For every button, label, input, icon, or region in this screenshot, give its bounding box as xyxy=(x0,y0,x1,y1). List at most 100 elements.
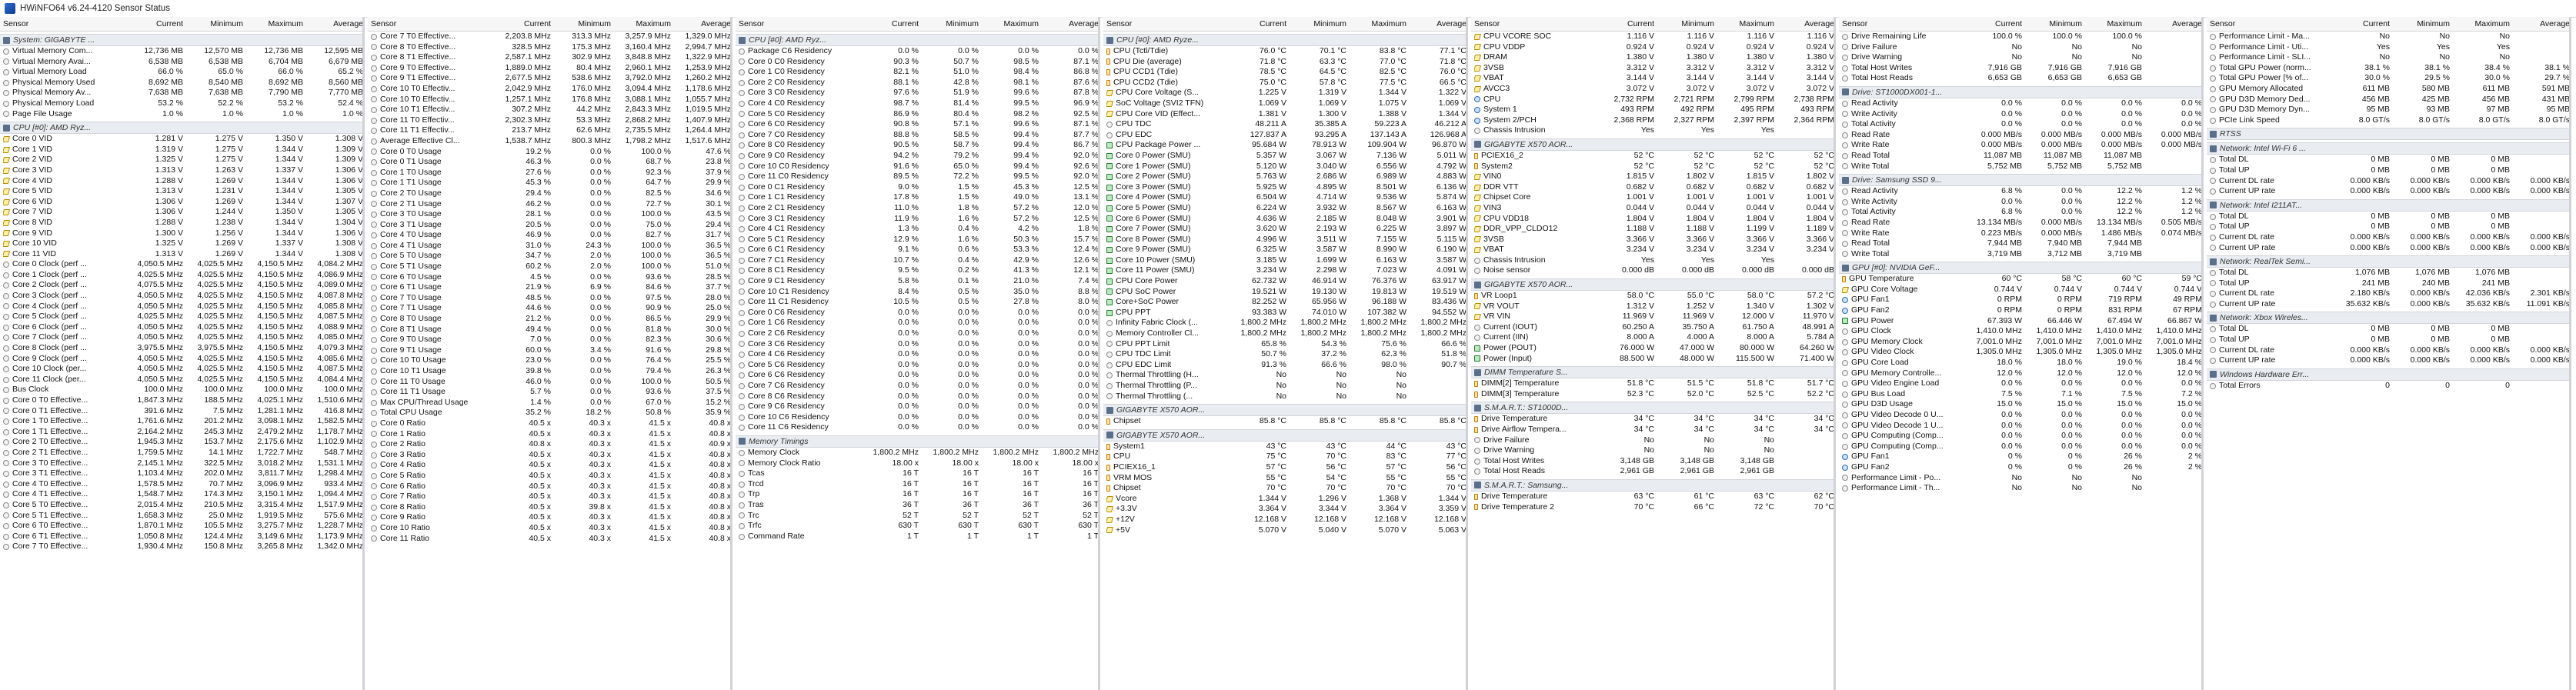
sensor-row[interactable]: +12V 12.168 V 12.168 V 12.168 V 12.168 V xyxy=(1103,515,1466,525)
sensor-row[interactable]: Tcas 16 T 16 T 16 T 16 T xyxy=(736,468,1098,479)
sensor-row[interactable]: Total Host Writes 3,148 GB 3,148 GB 3,148 G… xyxy=(1471,456,1834,467)
sensor-row[interactable]: Core 0 T0 Usage 19.2 % 0.0 % 100.0 % 47.6 % xyxy=(368,147,730,158)
sensor-row[interactable]: Core 6 C1 Residency 9.1 % 0.6 % 53.3 % 12.4 … xyxy=(736,245,1098,255)
sensor-row[interactable]: DRAM 1.380 V 1.380 V 1.380 V 1.380 V xyxy=(1471,52,1834,63)
sensor-row[interactable]: Core 4 C1 Residency 1.3 % 0.4 % 4.2 % 1.8 % xyxy=(736,224,1098,235)
sensor-row[interactable]: 3VSB 3.312 V 3.312 V 3.312 V 3.312 V xyxy=(1471,63,1834,74)
sensor-row[interactable]: Core 10 VID 1.325 V 1.269 V 1.337 V 1.308 V xyxy=(0,238,362,249)
sensor-row[interactable]: Core 6 T0 Effective... 1,870.1 MHz 105.5 M… xyxy=(0,521,362,532)
sensor-row[interactable]: Max CPU/Thread Usage 1.4 % 0.0 % 67.0 % 15.2… xyxy=(368,398,730,408)
sensor-row[interactable]: CPU Core Power 62.732 W 46.914 W 76.376 W 63… xyxy=(1103,276,1466,287)
sensor-row[interactable]: Core 10 T0 Effectiv... 1,257.1 MHz 176.8 M… xyxy=(368,95,730,105)
sensor-row[interactable]: Core 5 Power (SMU) 6.224 W 3.932 W 8.567 W6… xyxy=(1103,203,1466,214)
sensor-row[interactable]: Core 0 C6 Residency 0.0 % 0.0 % 0.0 % 0.0 % xyxy=(736,308,1098,318)
sensor-group-header[interactable]: CPU [#0]: AMD Ryz... xyxy=(0,122,362,135)
sensor-row[interactable]: GPU Video Engine Load 0.0 % 0.0 % 0.0 % 0.0 … xyxy=(1839,378,2201,389)
sensor-row[interactable]: Core 2 C1 Residency 11.0 % 1.8 % 57.2 % 12.0… xyxy=(736,203,1098,214)
sensor-row[interactable]: CPU (Tctl/Tdie) 76.0 °C 70.1 °C 83.8 °C 77.1… xyxy=(1103,46,1466,57)
sensor-row[interactable]: Read Rate 0.000 MB/s 0.000 MB/s 0.000 MB/s 0… xyxy=(1839,130,2201,141)
sensor-row[interactable]: 3VSB 3.366 V 3.366 V 3.366 V 3.366 V xyxy=(1471,235,1834,245)
sensor-group-header[interactable]: S.M.A.R.T.: Samsung... xyxy=(1471,478,1834,492)
sensor-row[interactable]: Core 10 Clock (per... 4,050.5 MHz 4,025.5 … xyxy=(0,364,362,375)
sensor-row[interactable]: VR VIN 11.969 V 11.969 V 12.000 V 11.970 V xyxy=(1471,312,1834,322)
sensor-row[interactable]: Core 7 C0 Residency 88.8 % 58.5 % 99.4 % 87.… xyxy=(736,130,1098,141)
sensor-row[interactable]: CPU Core Voltage (S... 1.225 V 1.319 V 1.34… xyxy=(1103,88,1466,98)
sensor-row[interactable]: Core+SoC Power 82.252 W 65.956 W 96.188 W 83… xyxy=(1103,297,1466,308)
sensor-group-header[interactable]: GIGABYTE X570 AOR... xyxy=(1471,278,1834,292)
sensor-row[interactable]: Core 10 Power (SMU) 3.185 W 1.699 W 6.163 W… xyxy=(1103,255,1466,266)
sensor-row[interactable]: Core 6 C0 Residency 90.8 % 57.1 % 99.6 % 87.… xyxy=(736,119,1098,130)
sensor-row[interactable]: System 1 493 RPM 492 RPM 495 RPM 493 RPM xyxy=(1471,105,1834,115)
sensor-row[interactable]: Core 2 Clock (perf ... 4,075.5 MHz 4,025.5… xyxy=(0,280,362,291)
sensor-row[interactable]: Thermal Throttling (... No No No xyxy=(1103,392,1466,402)
sensor-row[interactable]: GPU Memory Clock 7,001.0 MHz 7,001.0 MHz 7,… xyxy=(1839,337,2201,348)
sensor-row[interactable]: Core 4 Power (SMU) 6.504 W 4.714 W 9.536 W5… xyxy=(1103,192,1466,203)
sensor-group-header[interactable]: Drive: Samsung SSD 9... xyxy=(1839,174,2201,187)
sensor-row[interactable]: Core 11 Clock (per... 4,050.5 MHz 4,025.5 … xyxy=(0,375,362,385)
sensor-row[interactable]: Core 4 C0 Residency 98.7 % 81.4 % 99.5 % 96.… xyxy=(736,98,1098,109)
sensor-row[interactable]: Core 11 C0 Residency 89.5 % 72.2 % 99.5 % 92… xyxy=(736,172,1098,182)
column-header-current[interactable]: Current xyxy=(1965,17,2025,31)
sensor-row[interactable]: Core 0 C0 Residency 90.3 % 50.7 % 98.5 % 87.… xyxy=(736,57,1098,68)
sensor-row[interactable]: GPU D3D Memory Dyn... 95 MB 93 MB 97 MB 95 M… xyxy=(2207,105,2569,115)
sensor-row[interactable]: CPU EDC 127.837 A 93.295 A 137.143 A 126.968… xyxy=(1103,130,1466,141)
sensor-row[interactable]: GPU Memory Controlle... 12.0 % 12.0 % 12.0 … xyxy=(1839,368,2201,379)
sensor-row[interactable]: Read Total 11,087 MB 11,087 MB 11,087 MB xyxy=(1839,151,2201,162)
sensor-row[interactable]: CPU EDC Limit 91.3 % 66.6 % 98.0 % 90.7 % xyxy=(1103,360,1466,371)
sensor-row[interactable]: Write Rate 0.223 MB/s 0.000 MB/s 1.486 MB/s… xyxy=(1839,228,2201,239)
sensor-row[interactable]: Core 11 C6 Residency 0.0 % 0.0 % 0.0 % 0.0 % xyxy=(736,422,1098,433)
sensor-row[interactable]: Core 2 T0 Effective... 1,945.3 MHz 153.7 M… xyxy=(0,437,362,448)
sensor-row[interactable]: System2 52 °C 52 °C 52 °C 52 °C xyxy=(1471,162,1834,172)
sensor-row[interactable]: Core 3 Clock (perf ... 4,050.5 MHz 4,025.5… xyxy=(0,291,362,302)
sensor-row[interactable]: Core 11 T0 Effectiv... 2,302.3 MHz 53.3 MH… xyxy=(368,115,730,126)
sensor-row[interactable]: Core 5 Ratio 40.5 x 40.3 x 41.5 x 40.8 x xyxy=(368,471,730,482)
sensor-row[interactable]: Noise sensor 0.000 dB 0.000 dB 0.000 dB 0.00… xyxy=(1471,265,1834,276)
sensor-row[interactable]: Core 9 Power (SMU) 6.325 W 3.587 W 8.990 W6… xyxy=(1103,245,1466,255)
sensor-row[interactable]: CPU VCORE SOC 1.116 V 1.116 V 1.116 V 1.116 … xyxy=(1471,32,1834,42)
sensor-row[interactable]: Total DL 0 MB 0 MB 0 MB xyxy=(2207,324,2569,335)
sensor-row[interactable]: Core 3 T0 Usage 28.1 % 0.0 % 100.0 % 43.5 % xyxy=(368,209,730,220)
sensor-row[interactable]: Core 9 Ratio 40.5 x 40.3 x 41.5 x 40.8 x xyxy=(368,512,730,523)
sensor-row[interactable]: Chassis Intrusion Yes Yes Yes xyxy=(1471,255,1834,266)
sensor-row[interactable]: CPU PPT Limit 65.8 % 54.3 % 75.6 % 66.6 % xyxy=(1103,339,1466,350)
sensor-row[interactable]: Core 10 C1 Residency 8.4 % 0.5 % 35.0 % 8.8 … xyxy=(736,287,1098,298)
sensor-row[interactable]: Memory Clock 1,800.2 MHz 1,800.2 MHz 1,800.… xyxy=(736,448,1098,458)
sensor-row[interactable]: VR Loop1 58.0 °C 55.0 °C 58.0 °C 57.2 °C xyxy=(1471,291,1834,302)
sensor-row[interactable]: Core 10 T0 Effectiv... 2,042.9 MHz 176.0 M… xyxy=(368,84,730,95)
sensor-row[interactable]: Core 9 T0 Effective... 1,889.0 MHz 80.4 MH… xyxy=(368,63,730,74)
sensor-row[interactable]: Trp 16 T 16 T 16 T 16 T xyxy=(736,489,1098,500)
sensor-row[interactable]: GPU Fan1 0 RPM 0 RPM 719 RPM 49 RPM xyxy=(1839,295,2201,305)
sensor-row[interactable]: Drive Airflow Tempera... 34 °C 34 °C 34 °C 3… xyxy=(1471,425,1834,435)
sensor-row[interactable]: Core 3 Power (SMU) 5.925 W 4.895 W 8.501 W6… xyxy=(1103,182,1466,193)
sensor-row[interactable]: GPU Video Decode 0 U... 0.0 % 0.0 % 0.0 % 0.… xyxy=(1839,410,2201,421)
sensor-row[interactable]: Core 11 VID 1.313 V 1.269 V 1.344 V 1.308 V xyxy=(0,249,362,260)
column-header-average[interactable]: Average xyxy=(2145,17,2201,31)
sensor-row[interactable]: Performance Limit - Po... No No No xyxy=(1839,473,2201,484)
sensor-row[interactable]: Core 0 T1 Effective... 391.6 MHz 7.5 MHz 1,… xyxy=(0,406,362,417)
sensor-row[interactable]: GPU Fan1 0 % 0 % 26 % 2 % xyxy=(1839,452,2201,462)
sensor-row[interactable]: Drive Warning No No No xyxy=(1471,445,1834,456)
sensor-group-header[interactable]: GIGABYTE X570 AOR... xyxy=(1103,404,1466,417)
sensor-row[interactable]: CPU Core VID (Effect... 1.381 V 1.300 V 1.3… xyxy=(1103,109,1466,120)
sensor-row[interactable]: Core 0 Ratio 40.5 x 40.3 x 41.5 x 40.8 x xyxy=(368,418,730,429)
sensor-row[interactable]: Core 3 C1 Residency 11.9 % 1.6 % 57.2 % 12.5… xyxy=(736,214,1098,225)
sensor-row[interactable]: Core 8 Ratio 40.5 x 39.8 x 41.5 x 40.8 x xyxy=(368,502,730,513)
sensor-row[interactable]: GPU Computing (Comp... 0.0 % 0.0 % 0.0 % 0.0… xyxy=(1839,442,2201,452)
sensor-row[interactable]: Total DL 0 MB 0 MB 0 MB xyxy=(2207,212,2569,222)
sensor-row[interactable]: Current DL rate 0.000 KB/s 0.000 KB/s 0.000… xyxy=(2207,345,2569,356)
sensor-row[interactable]: DDR VTT 0.682 V 0.682 V 0.682 V 0.682 V xyxy=(1471,182,1834,193)
sensor-row[interactable]: Chassis Intrusion Yes Yes Yes xyxy=(1471,125,1834,136)
sensor-row[interactable]: CPU VDDP 0.924 V 0.924 V 0.924 V 0.924 V xyxy=(1471,42,1834,53)
sensor-row[interactable]: Performance Limit - Ma... No No No xyxy=(2207,32,2569,42)
sensor-group-header[interactable]: Drive: ST1000DX001-1... xyxy=(1839,85,2201,98)
sensor-row[interactable]: GPU Video Clock 1,305.0 MHz 1,305.0 MHz 1,3… xyxy=(1839,347,2201,358)
sensor-row[interactable]: Bus Clock 100.0 MHz 100.0 MHz 100.0 MHz 100.… xyxy=(0,385,362,395)
sensor-row[interactable]: Core 6 T1 Usage 21.9 % 6.9 % 84.6 % 37.7 % xyxy=(368,282,730,293)
sensor-row[interactable]: Total UP 0 MB 0 MB 0 MB xyxy=(2207,335,2569,345)
sensor-row[interactable]: Write Total 3,719 MB 3,712 MB 3,719 MB xyxy=(1839,249,2201,260)
sensor-row[interactable]: CPU CCD1 (Tdie) 78.5 °C 64.5 °C 82.5 °C 76.0… xyxy=(1103,67,1466,78)
column-header-average[interactable]: Average xyxy=(306,17,362,31)
sensor-row[interactable]: PCIEX16_2 52 °C 52 °C 52 °C 52 °C xyxy=(1471,151,1834,162)
sensor-row[interactable]: Core 5 C6 Residency 0.0 % 0.0 % 0.0 % 0.0 % xyxy=(736,360,1098,371)
sensor-row[interactable]: Chipset 70 °C 70 °C 70 °C 70 °C xyxy=(1103,483,1466,494)
